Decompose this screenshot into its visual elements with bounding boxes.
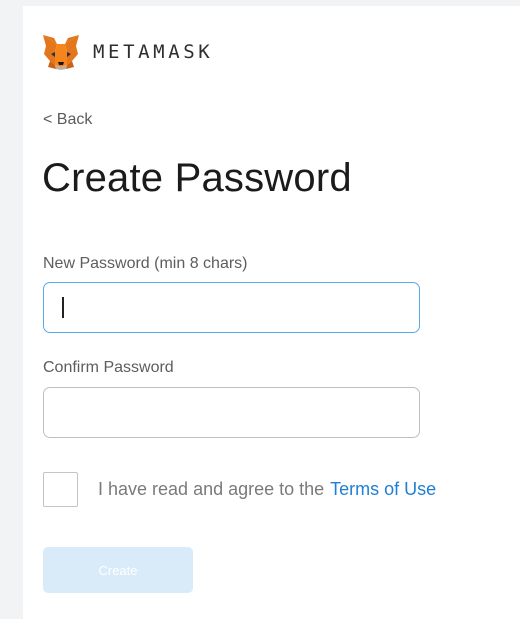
back-link[interactable]: < Back [43,111,92,129]
terms-row: I have read and agree to the Terms of Us… [43,472,436,507]
text-caret [62,297,64,318]
page-title: Create Password [42,156,352,200]
terms-checkbox[interactable] [43,472,78,507]
confirm-password-label: Confirm Password [43,359,174,376]
terms-text: I have read and agree to the [98,479,325,499]
confirm-password-input[interactable] [43,387,420,438]
brand-header: METAMASK [42,32,213,72]
terms-of-use-link[interactable]: Terms of Use [330,479,436,500]
create-button[interactable]: Create [43,547,193,593]
brand-name: METAMASK [93,41,214,63]
new-password-label: New Password (min 8 chars) [43,255,248,272]
metamask-fox-icon [43,35,79,70]
create-password-card: METAMASK < Back Create Password New Pass… [23,6,520,619]
left-gutter [0,0,23,619]
new-password-input[interactable] [43,282,420,333]
